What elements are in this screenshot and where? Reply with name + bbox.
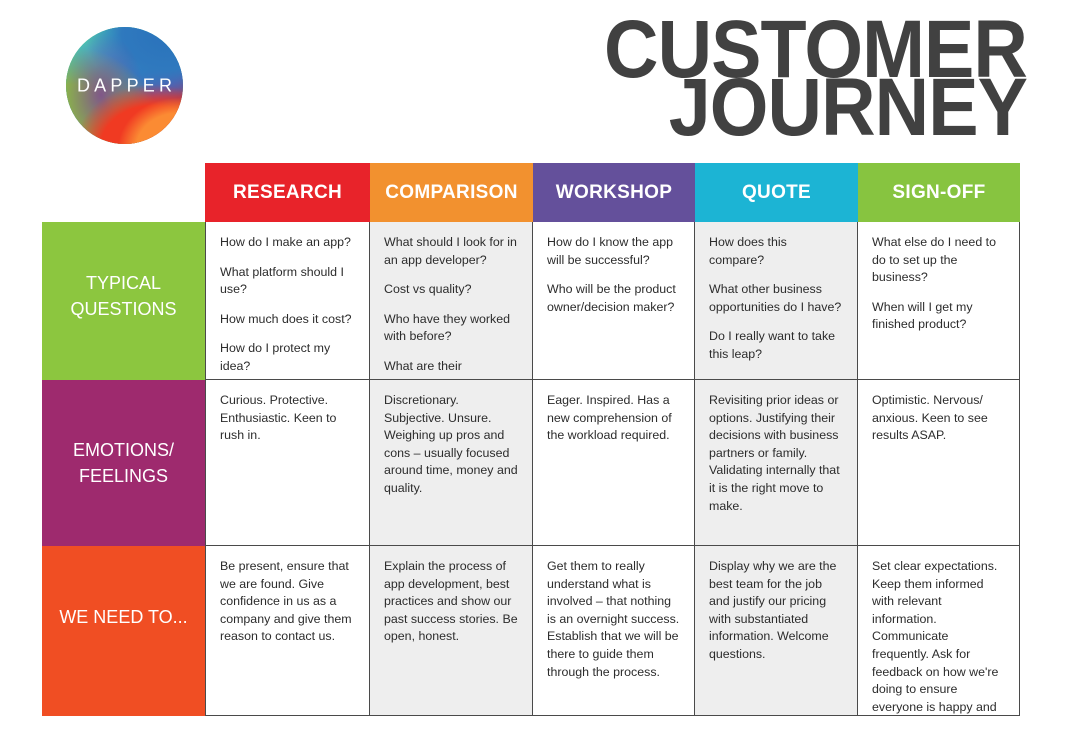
cell-paragraph: How much does it cost? (220, 311, 352, 326)
page-title: CUSTOMER JOURNEY (567, 9, 1028, 153)
stage-header-comparison[interactable]: COMPARISON (370, 163, 533, 222)
cell-paragraph: Explain the process of app development, … (384, 559, 518, 644)
cell-paragraph: Cost vs quality? (384, 282, 472, 297)
matrix-cell: What should I look for in an app develop… (370, 222, 533, 380)
matrix-cell: How do I know the app will be successful… (533, 222, 695, 380)
cell-paragraph: How do I know the app will be successful… (547, 235, 674, 267)
cell-paragraph: What other business opportunities do I h… (709, 282, 842, 314)
cell-paragraph: Optimistic. Nervous/ anxious. Keen to se… (872, 393, 988, 443)
row-label-typical-questions: TYPICAL QUESTIONS (42, 222, 205, 380)
stage-header-workshop[interactable]: WORKSHOP (533, 163, 695, 222)
cell-paragraph: Set clear expectations. Keep them inform… (872, 559, 999, 714)
cell-paragraph: What are their capabilities? (384, 359, 462, 379)
matrix-cell: Revisiting prior ideas or options. Justi… (695, 380, 858, 546)
matrix-corner-spacer (42, 163, 205, 222)
cell-paragraph: Display why we are the best team for the… (709, 559, 837, 662)
matrix-cell: How does this compare? What other busines… (695, 222, 858, 380)
matrix-cell: Explain the process of app development, … (370, 546, 533, 716)
cell-paragraph: Get them to really understand what is in… (547, 559, 680, 679)
matrix-cell: Be present, ensure that we are found. Gi… (205, 546, 370, 716)
cell-paragraph: Eager. Inspired. Has a new comprehension… (547, 393, 672, 443)
cell-paragraph: How do I make an app? (220, 235, 351, 249)
stage-header-quote[interactable]: QUOTE (695, 163, 858, 222)
customer-journey-matrix: RESEARCH COMPARISON WORKSHOP QUOTE SIGN-OFF T… (42, 163, 1020, 716)
cell-paragraph: Who have they worked with before? (384, 311, 511, 344)
cell-paragraph: What platform should I use? (220, 264, 344, 297)
cell-paragraph: How do I protect my idea? (220, 341, 331, 374)
matrix-cell: What else do I need to do to set up the … (858, 222, 1020, 380)
row-label-we-need-to: WE NEED TO... (42, 546, 205, 716)
matrix-cell: Optimistic. Nervous/ anxious. Keen to se… (858, 380, 1020, 546)
cell-paragraph: What else do I need to do to set up the … (872, 235, 996, 285)
cell-paragraph: Revisiting prior ideas or options. Justi… (709, 393, 840, 513)
cell-paragraph: Discretionary. Subjective. Unsure. Weigh… (384, 393, 518, 496)
page-title-line-2: JOURNEY (668, 61, 1028, 153)
cell-paragraph: Do I really want to take this leap? (709, 329, 836, 362)
dapper-logo: DAPPER (66, 27, 183, 144)
cell-paragraph: Who will be the product owner/decision m… (547, 282, 676, 314)
stage-header-research[interactable]: RESEARCH (205, 163, 370, 222)
cell-paragraph: Be present, ensure that we are found. Gi… (220, 559, 352, 644)
cell-paragraph: When will I get my finished product? (872, 299, 973, 332)
row-label-emotions-feelings: EMOTIONS/ FEELINGS (42, 380, 205, 546)
matrix-cell: How do I make an app? What platform shoul… (205, 222, 370, 380)
page-header: DAPPER CUSTOMER JOURNEY (0, 0, 1071, 163)
cell-paragraph: What should I look for in an app develop… (384, 235, 517, 267)
matrix-cell: Get them to really understand what is in… (533, 546, 695, 716)
matrix-cell: Eager. Inspired. Has a new comprehension… (533, 380, 695, 546)
cell-paragraph: Curious. Protective. Enthusiastic. Keen … (220, 393, 337, 443)
stage-header-sign-off[interactable]: SIGN-OFF (858, 163, 1020, 222)
matrix-cell: Curious. Protective. Enthusiastic. Keen … (205, 380, 370, 546)
matrix-cell: Display why we are the best team for the… (695, 546, 858, 716)
matrix-cell: Set clear expectations. Keep them inform… (858, 546, 1020, 716)
logo-wordmark: DAPPER (76, 75, 177, 95)
matrix-cell: Discretionary. Subjective. Unsure. Weigh… (370, 380, 533, 546)
cell-paragraph: How does this compare? (709, 235, 787, 267)
